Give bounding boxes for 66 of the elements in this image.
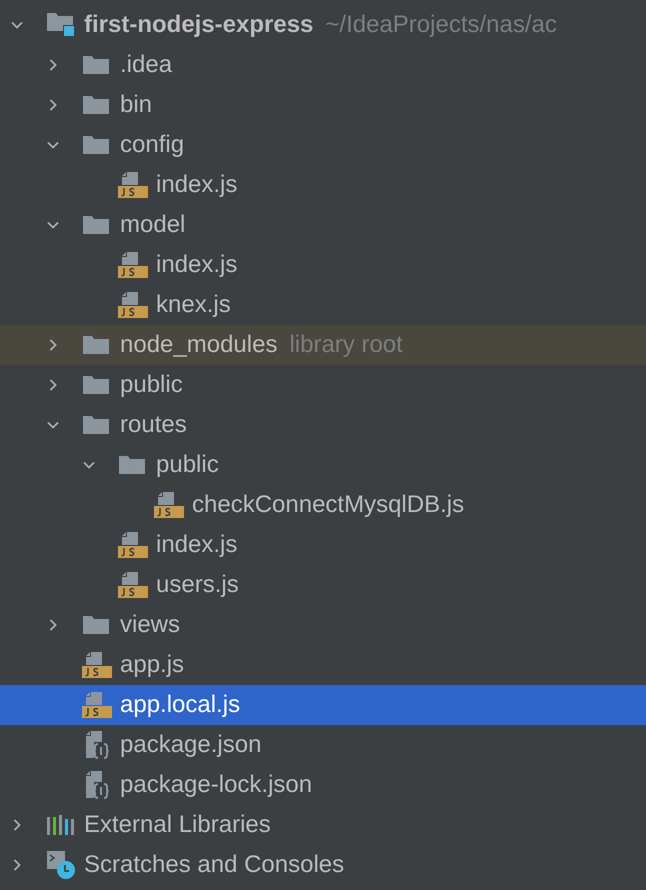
folder-icon [82,94,110,116]
tree-row[interactable]: package.json [0,725,646,765]
file-name: Scratches and Consoles [84,851,344,879]
file-name: knex.js [156,291,231,319]
tree-row[interactable]: public [0,445,646,485]
file-name: public [156,451,219,479]
tree-row[interactable]: app.js [0,645,646,685]
file-name: public [120,371,183,399]
file-name: config [120,131,184,159]
folder-icon [82,134,110,156]
library-bars-icon [46,814,74,836]
project-path: ~/IdeaProjects/nas/ac [325,11,557,39]
file-name: package-lock.json [120,771,312,799]
tree-row[interactable]: index.js [0,245,646,285]
file-name: first-nodejs-express [84,11,314,39]
folder-icon [82,214,110,236]
js-file-icon [154,491,184,519]
file-name: app.js [120,651,184,679]
folder-icon [82,54,110,76]
file-name: users.js [156,571,239,599]
tree-row[interactable]: index.js [0,165,646,205]
tree-row[interactable]: checkConnectMysqlDB.js [0,485,646,525]
js-file-icon [82,651,112,679]
file-name: External Libraries [84,811,271,839]
tree-row[interactable]: routes [0,405,646,445]
folder-icon [82,374,110,396]
library-root-hint: library root [289,331,403,359]
tree-row[interactable]: model [0,205,646,245]
folder-icon [82,334,110,356]
file-name: .idea [120,51,172,79]
tree-row[interactable]: package-lock.json [0,765,646,805]
tree-row[interactable]: users.js [0,565,646,605]
tree-row[interactable]: views [0,605,646,645]
tree-row[interactable]: .idea [0,45,646,85]
folder-icon [82,414,110,436]
file-name: index.js [156,251,238,279]
js-file-icon [82,691,112,719]
file-name: index.js [156,531,238,559]
file-name: node_modules [120,331,278,359]
file-name: checkConnectMysqlDB.js [192,491,464,519]
tree-row[interactable]: config [0,125,646,165]
folder-icon [118,454,146,476]
file-name: index.js [156,171,238,199]
js-file-icon [118,531,148,559]
tree-row[interactable]: Scratches and Consoles [0,845,646,885]
folder-icon [82,614,110,636]
js-file-icon [118,251,148,279]
file-name: bin [120,91,152,119]
js-file-icon [118,291,148,319]
tree-row[interactable]: public [0,365,646,405]
tree-row[interactable]: index.js [0,525,646,565]
js-file-icon [118,171,148,199]
tree-row[interactable]: External Libraries [0,805,646,845]
tree-row[interactable]: first-nodejs-express ~/IdeaProjects/nas/ac [0,5,646,45]
file-name: package.json [120,731,262,759]
tree-row[interactable]: bin [0,85,646,125]
file-name: app.local.js [120,691,240,719]
tree-row[interactable]: app.local.js [0,685,646,725]
file-name: views [120,611,180,639]
tree-row[interactable]: node_modules library root [0,325,646,365]
project-folder-icon [46,12,76,38]
scratches-clock-icon [46,850,76,880]
tree-row[interactable]: knex.js [0,285,646,325]
file-name: routes [120,411,187,439]
js-file-icon [118,571,148,599]
file-name: model [120,211,186,239]
